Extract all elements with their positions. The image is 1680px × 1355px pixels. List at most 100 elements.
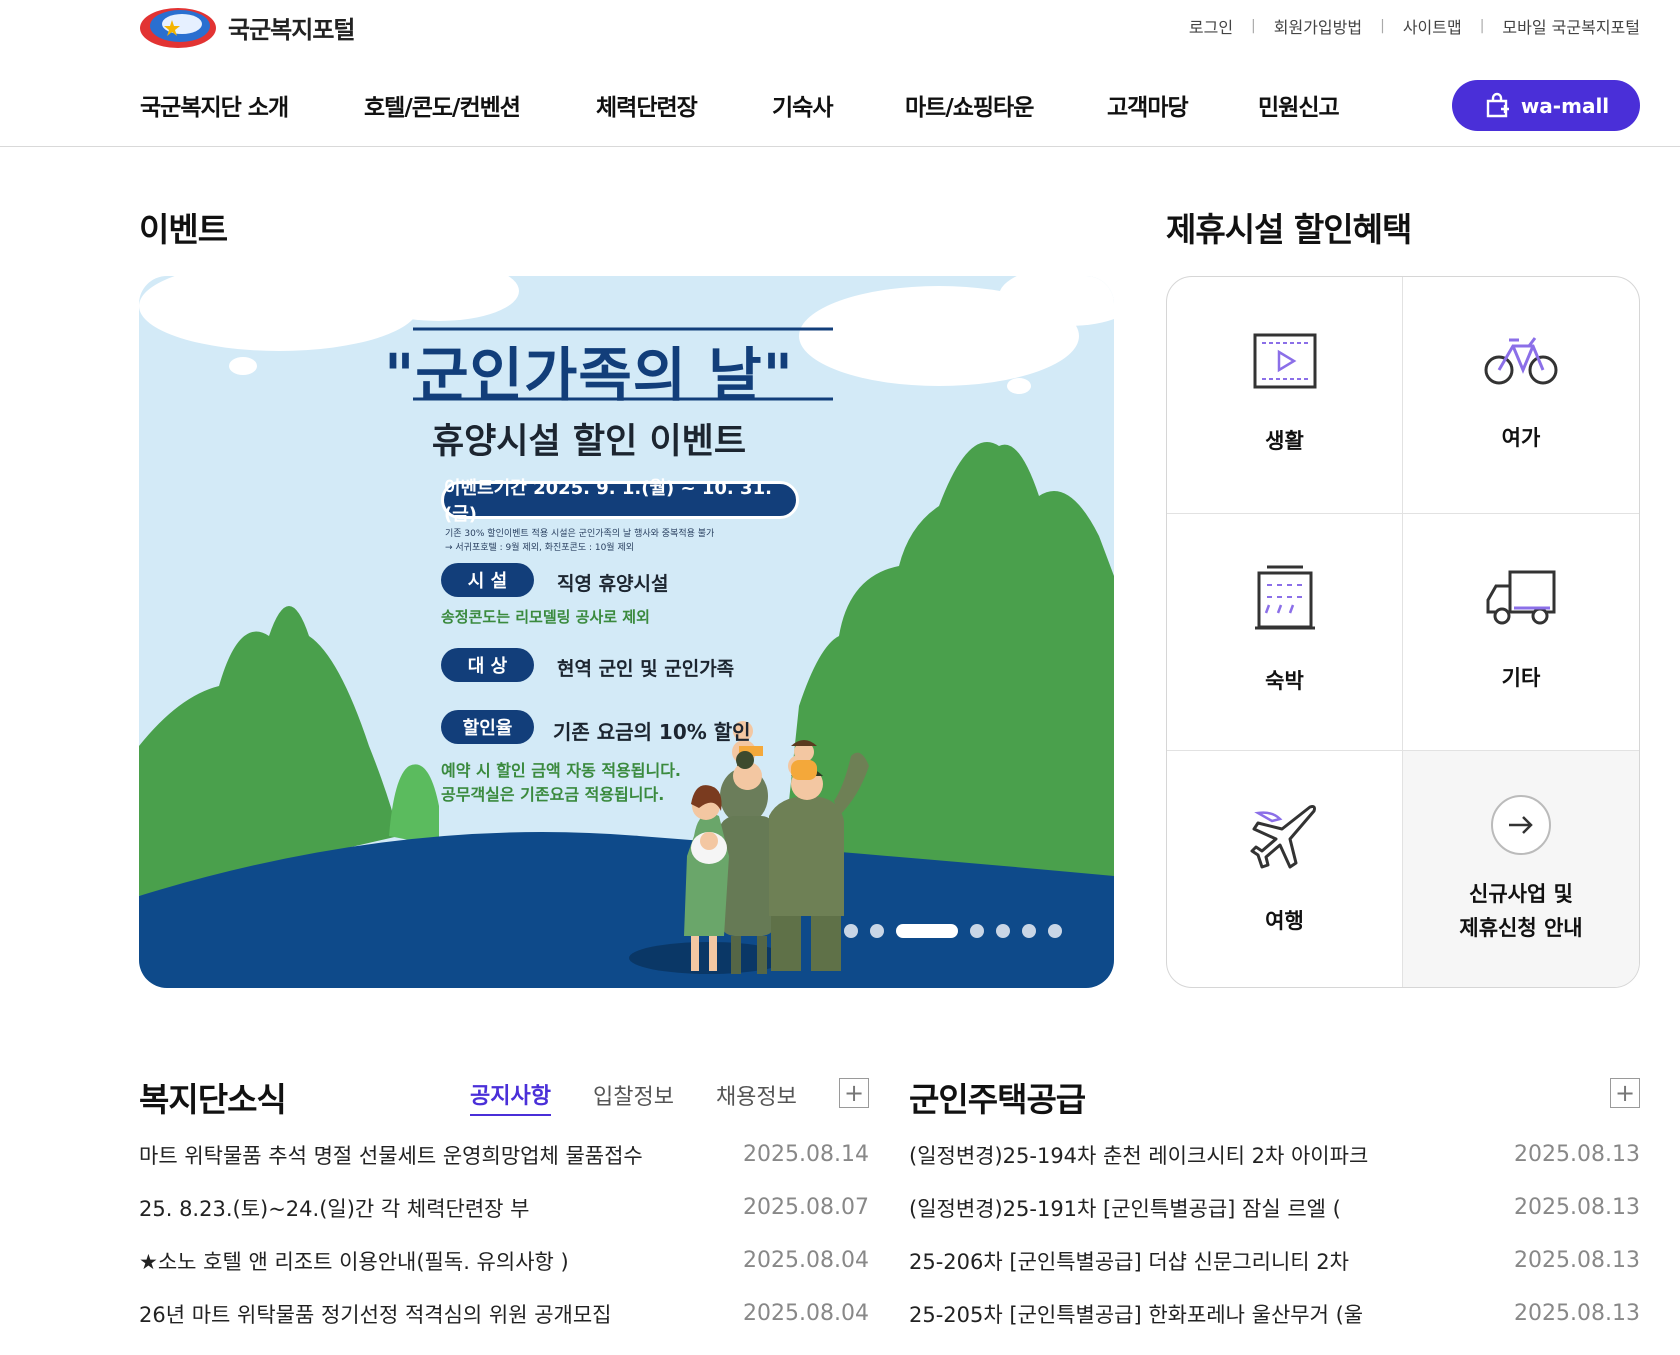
- partner-label: 기타: [1501, 666, 1541, 691]
- divider: |: [1380, 18, 1385, 34]
- signup-guide-link[interactable]: 회원가입방법: [1274, 14, 1362, 38]
- partner-grid: 생활 여가 숙박 기타 여행 신규사업 및 제휴신청 안내: [1166, 276, 1640, 988]
- nav-item-about[interactable]: 국군복지단 소개: [140, 88, 364, 122]
- news-date: 2025.08.04: [743, 1301, 869, 1326]
- facility-note: 송정콘도는 리모델링 공사로 제외: [441, 608, 650, 626]
- list-item[interactable]: ★소노 호텔 앤 리조트 이용안내(필독. 유의사항 ) 2025.08.04: [139, 1234, 869, 1287]
- slider-dot[interactable]: [1048, 924, 1062, 938]
- rate-label: 할인율: [441, 710, 534, 744]
- mobile-portal-link[interactable]: 모바일 국군복지포털: [1502, 14, 1640, 38]
- banner-note-1: 기존 30% 할인이벤트 적용 시설은 군인가족의 날 행사와 중복적용 불가: [445, 529, 715, 539]
- news-tabs: 공지사항 입찰정보 채용정보: [470, 1078, 839, 1116]
- banner-footnote-1: 예약 시 할인 금액 자동 적용됩니다.: [441, 761, 682, 780]
- news-date: 2025.08.07: [743, 1195, 869, 1220]
- divider: |: [1479, 18, 1485, 34]
- news-more-button[interactable]: +: [839, 1078, 869, 1108]
- logo-emblem-icon: [140, 8, 216, 48]
- news-title: 마트 위탁물품 추석 명절 선물세트 운영희망업체 물품접수: [139, 1143, 643, 1168]
- login-link[interactable]: 로그인: [1189, 14, 1233, 38]
- list-item[interactable]: (일정변경)25-191차 [군인특별공급] 잠실 르엘 ( 2025.08.13: [909, 1181, 1640, 1234]
- partner-item-etc[interactable]: 기타: [1403, 514, 1639, 751]
- event-banner[interactable]: "군인가족의 날" 휴양시설 할인 이벤트 이벤트기간 2025. 9. 1.(…: [139, 276, 1114, 988]
- nav-item-customer[interactable]: 고객마당: [1107, 88, 1258, 122]
- partner-label-line-2: 제휴신청 안내: [1459, 915, 1583, 940]
- partner-item-lodging[interactable]: 숙박: [1167, 514, 1403, 751]
- slider-dot[interactable]: [844, 924, 858, 938]
- list-item[interactable]: 마트 위탁물품 추석 명절 선물세트 운영희망업체 물품접수 2025.08.14: [139, 1128, 869, 1181]
- main-nav: 국군복지단 소개 호텔/콘도/컨벤션 체력단련장 기숙사 마트/쇼핑타운 고객마…: [140, 88, 1340, 122]
- list-item[interactable]: 25-206차 [군인특별공급] 더샵 신문그리니티 2차 2025.08.13: [909, 1234, 1640, 1287]
- banner-headline: "군인가족의 날": [384, 341, 794, 409]
- slider-pagination: [844, 924, 1062, 938]
- building-icon: [1254, 565, 1315, 630]
- site-logo[interactable]: 국군복지포털: [138, 2, 355, 52]
- site-header: 국군복지포털 로그인 | 회원가입방법 | 사이트맵 | 모바일 국군복지포털 …: [0, 0, 1680, 147]
- slider-dot[interactable]: [1022, 924, 1036, 938]
- airplane-icon: [1250, 804, 1316, 869]
- target-label: 대 상: [441, 648, 534, 682]
- housing-title: 25-205차 [군인특별공급] 한화포레나 울산무거 (울: [909, 1302, 1364, 1327]
- facility-value: 직영 휴양시설: [557, 573, 669, 595]
- arrow-right-circle-icon: [1491, 794, 1551, 855]
- nav-item-complaint[interactable]: 민원신고: [1258, 88, 1340, 122]
- news-date: 2025.08.14: [743, 1142, 869, 1167]
- slider-dot-active[interactable]: [896, 924, 958, 938]
- facility-label: 시 설: [441, 563, 534, 597]
- partner-label: 생활: [1265, 429, 1304, 454]
- nav-item-dormitory[interactable]: 기숙사: [772, 88, 905, 122]
- list-item[interactable]: 26년 마트 위탁물품 정기선정 적격심의 위원 공개모집 2025.08.04: [139, 1287, 869, 1340]
- housing-date: 2025.08.13: [1514, 1195, 1640, 1220]
- logo-text: 국군복지포털: [228, 15, 355, 44]
- target-value: 현역 군인 및 군인가족: [557, 658, 735, 680]
- nav-item-golf[interactable]: 체력단련장: [596, 88, 772, 122]
- housing-title: (일정변경)25-194차 춘천 레이크시티 2차 아이파크: [909, 1143, 1369, 1168]
- nav-item-hotel[interactable]: 호텔/콘도/컨벤션: [364, 88, 596, 122]
- partner-item-leisure[interactable]: 여가: [1403, 277, 1639, 514]
- partner-label: 신규사업 및 제휴신청 안내: [1459, 878, 1582, 945]
- partner-item-living[interactable]: 생활: [1167, 277, 1403, 514]
- list-item[interactable]: (일정변경)25-194차 춘천 레이크시티 2차 아이파크 2025.08.13: [909, 1128, 1640, 1181]
- shopping-bag-icon: [1486, 92, 1509, 117]
- tab-notice[interactable]: 공지사항: [470, 1078, 551, 1116]
- housing-list: (일정변경)25-194차 춘천 레이크시티 2차 아이파크 2025.08.13…: [909, 1128, 1640, 1340]
- partner-item-new-business[interactable]: 신규사업 및 제휴신청 안내: [1403, 751, 1639, 987]
- banner-note-2: → 서귀포호텔 : 9월 제외, 화진포콘도 : 10월 제외: [445, 543, 635, 553]
- housing-title: 25-206차 [군인특별공급] 더샵 신문그리니티 2차: [909, 1249, 1349, 1274]
- housing-date: 2025.08.13: [1514, 1301, 1640, 1326]
- banner-footnote-2: 공무객실은 기존요금 적용됩니다.: [441, 785, 665, 804]
- partner-section-title: 제휴시설 할인혜택: [1166, 210, 1412, 249]
- list-item[interactable]: 25. 8.23.(토)~24.(일)간 각 체력단련장 부 2025.08.07: [139, 1181, 869, 1234]
- divider: |: [1251, 18, 1256, 34]
- bicycle-icon: [1484, 337, 1558, 385]
- sitemap-link[interactable]: 사이트맵: [1403, 14, 1462, 38]
- wa-mall-label: wa-mall: [1520, 93, 1610, 118]
- partner-label: 숙박: [1265, 669, 1304, 694]
- partner-label: 여행: [1265, 908, 1304, 933]
- wa-mall-button[interactable]: wa-mall: [1452, 80, 1640, 131]
- news-list: 마트 위탁물품 추석 명절 선물세트 운영희망업체 물품접수 2025.08.14…: [139, 1128, 869, 1340]
- tab-recruit[interactable]: 채용정보: [716, 1079, 797, 1115]
- list-item[interactable]: 25-205차 [군인특별공급] 한화포레나 울산무거 (울 2025.08.13: [909, 1287, 1640, 1340]
- rate-value: 기존 요금의 10% 할인: [553, 720, 751, 744]
- tab-bid[interactable]: 입찰정보: [593, 1079, 674, 1115]
- housing-date: 2025.08.13: [1514, 1248, 1640, 1273]
- housing-title: (일정변경)25-191차 [군인특별공급] 잠실 르엘 (: [909, 1196, 1341, 1221]
- slider-dot[interactable]: [996, 924, 1010, 938]
- utility-links: 로그인 | 회원가입방법 | 사이트맵 | 모바일 국군복지포털: [1189, 14, 1640, 38]
- housing-section-title: 군인주택공급: [909, 1080, 1086, 1119]
- slider-dot[interactable]: [970, 924, 984, 938]
- truck-icon: [1486, 570, 1556, 625]
- slider-dot[interactable]: [870, 924, 884, 938]
- partner-item-travel[interactable]: 여행: [1167, 751, 1403, 987]
- news-title: 25. 8.23.(토)~24.(일)간 각 체력단련장 부: [139, 1196, 530, 1221]
- housing-more-button[interactable]: +: [1610, 1078, 1640, 1108]
- banner-subheadline: 휴양시설 할인 이벤트: [431, 422, 747, 462]
- housing-date: 2025.08.13: [1514, 1142, 1640, 1167]
- video-play-icon: [1253, 333, 1316, 389]
- event-period-pill: 이벤트기간 2025. 9. 1.(월) ~ 10. 31.(금): [441, 478, 799, 525]
- news-date: 2025.08.04: [743, 1248, 869, 1273]
- nav-item-mart[interactable]: 마트/쇼핑타운: [905, 88, 1107, 122]
- news-title: ★소노 호텔 앤 리조트 이용안내(필독. 유의사항 ): [139, 1249, 569, 1274]
- news-section-title: 복지단소식: [139, 1080, 287, 1119]
- partner-label-line-1: 신규사업 및: [1469, 881, 1573, 906]
